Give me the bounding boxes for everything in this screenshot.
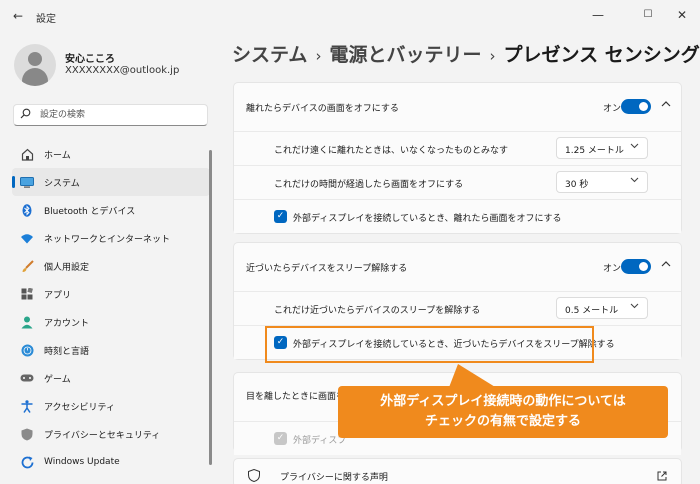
sidebar-item-bluetooth[interactable]: Bluetooth とデバイス — [12, 196, 210, 224]
home-icon — [20, 147, 34, 161]
dropdown-value: 1.25 メートル — [565, 146, 624, 156]
minimize-button[interactable]: — — [583, 4, 613, 26]
sidebar-item-privacy-security[interactable]: プライバシーとセキュリティ — [12, 420, 210, 448]
sidebar-item-personalization[interactable]: 個人用設定 — [12, 252, 210, 280]
update-icon — [20, 455, 34, 469]
sidebar-item-label: ホーム — [44, 150, 71, 161]
privacy-statement-label: プライバシーに関する声明 — [280, 473, 388, 483]
sidebar-item-label: プライバシーとセキュリティ — [44, 430, 161, 441]
user-email: XXXXXXXX@outlook.jp — [65, 65, 180, 76]
apps-icon — [20, 287, 34, 301]
sidebar-nav: ホーム システム Bluetooth とデバイス ネットワークとインターネット … — [12, 140, 210, 476]
callout-line-2: チェックの有無で設定する — [424, 414, 581, 429]
breadcrumb-system[interactable]: システム — [232, 44, 307, 66]
avatar-head-shape — [28, 52, 42, 66]
privacy-statement-link[interactable]: プライバシーに関する声明 — [233, 458, 682, 484]
breadcrumb-power-battery[interactable]: 電源とバッテリー — [329, 44, 481, 66]
external-display-screen-off-checkbox[interactable]: ✓ — [274, 210, 287, 223]
account-icon — [20, 315, 34, 329]
avatar-body-shape — [22, 68, 48, 86]
sidebar-item-label: 個人用設定 — [44, 262, 90, 273]
page-title: プレゼンス センシング — [503, 44, 700, 66]
sidebar-item-label: Bluetooth とデバイス — [44, 206, 136, 217]
card-title: 近づいたらデバイスをスリープ解除する — [246, 264, 408, 274]
accessibility-icon — [20, 399, 34, 413]
callout-annotation: 外部ディスプレイ接続時の動作については チェックの有無で設定する — [338, 386, 668, 438]
selection-indicator — [12, 176, 15, 188]
wake-distance-dropdown[interactable]: 0.5 メートル — [556, 297, 648, 319]
setting-row: これだけの時間が経過したら画面をオフにする 30 秒 — [234, 165, 681, 199]
shield-icon — [20, 427, 34, 441]
breadcrumb: システム › 電源とバッテリー › プレゼンス センシング — [232, 40, 700, 67]
sidebar-item-label: アカウント — [44, 318, 90, 329]
sidebar-scrollbar[interactable] — [209, 150, 212, 465]
toggle-state-label: オン — [602, 264, 621, 274]
brush-icon — [20, 259, 34, 273]
setting-label: これだけ遠くに離れたときは、いなくなったものとみなす — [274, 146, 509, 156]
window-title: 設定 — [36, 14, 56, 25]
dropdown-value: 0.5 メートル — [565, 306, 619, 316]
sidebar-item-system[interactable]: システム — [12, 168, 210, 196]
search-input[interactable] — [40, 108, 200, 122]
callout-line-1: 外部ディスプレイ接続時の動作については — [380, 394, 626, 409]
sidebar-item-label: ゲーム — [44, 374, 71, 385]
screen-off-toggle[interactable] — [621, 99, 651, 114]
setting-row: これだけ遠くに離れたときは、いなくなったものとみなす 1.25 メートル — [234, 131, 681, 165]
setting-label: これだけ近づいたらデバイスのスリープを解除する — [274, 306, 481, 316]
chevron-down-icon — [630, 176, 639, 186]
system-icon — [20, 175, 34, 189]
distance-dropdown[interactable]: 1.25 メートル — [556, 137, 648, 159]
search-icon — [20, 108, 31, 122]
sidebar-item-time-language[interactable]: 時刻と言語 — [12, 336, 210, 364]
dropdown-value: 30 秒 — [565, 180, 589, 190]
sidebar-item-home[interactable]: ホーム — [12, 140, 210, 168]
time-language-icon — [20, 343, 34, 357]
breadcrumb-separator: › — [489, 47, 496, 65]
chevron-down-icon — [630, 302, 639, 312]
chevron-up-icon[interactable] — [661, 259, 671, 270]
close-button[interactable]: ✕ — [667, 4, 697, 26]
bluetooth-icon — [20, 203, 34, 217]
sidebar-item-apps[interactable]: アプリ — [12, 280, 210, 308]
sidebar-item-label: ネットワークとインターネット — [44, 234, 171, 245]
sidebar-item-label: アクセシビリティ — [44, 402, 116, 413]
breadcrumb-separator: › — [315, 47, 322, 65]
toggle-state-label: オン — [602, 104, 621, 114]
back-arrow-icon[interactable]: ← — [10, 8, 26, 24]
shield-icon — [248, 468, 260, 484]
setting-label: これだけの時間が経過したら画面をオフにする — [274, 180, 464, 190]
sidebar-item-accessibility[interactable]: アクセシビリティ — [12, 392, 210, 420]
chevron-up-icon[interactable] — [661, 99, 671, 110]
sidebar-item-accounts[interactable]: アカウント — [12, 308, 210, 336]
chevron-down-icon — [630, 142, 639, 152]
card-screen-off: 離れたらデバイスの画面をオフにする オン これだけ遠くに離れたときは、いなくなっ… — [233, 82, 682, 234]
checkbox-label: 外部ディスプレイを接続しているとき、離れたら画面をオフにする — [293, 214, 562, 224]
time-dropdown[interactable]: 30 秒 — [556, 171, 648, 193]
setting-row: ✓ 外部ディスプレイを接続しているとき、離れたら画面をオフにする — [234, 199, 681, 233]
sidebar-item-label: アプリ — [44, 290, 72, 301]
search-box[interactable] — [13, 104, 208, 126]
wake-toggle[interactable] — [621, 259, 651, 274]
toggle-knob — [639, 262, 648, 271]
card-header[interactable]: 離れたらデバイスの画面をオフにする オン — [234, 83, 681, 131]
setting-row: これだけ近づいたらデバイスのスリープを解除する 0.5 メートル — [234, 291, 681, 325]
network-icon — [20, 231, 34, 245]
sidebar-item-label: システム — [44, 178, 80, 189]
card-title: 離れたらデバイスの画面をオフにする — [246, 104, 399, 114]
gamepad-icon — [20, 371, 34, 385]
maximize-button[interactable]: ☐ — [633, 4, 663, 26]
external-display-dim-checkbox[interactable]: ✓ — [274, 432, 287, 445]
sidebar-item-label: Windows Update — [44, 457, 120, 467]
title-bar: ← 設定 — ☐ ✕ — [0, 0, 700, 34]
avatar[interactable] — [14, 44, 56, 86]
external-link-icon — [657, 471, 667, 484]
sidebar-item-label: 時刻と言語 — [44, 346, 90, 357]
highlight-box — [265, 326, 594, 363]
sidebar-item-gaming[interactable]: ゲーム — [12, 364, 210, 392]
sidebar-item-windows-update[interactable]: Windows Update — [12, 448, 210, 476]
toggle-knob — [639, 102, 648, 111]
user-name: 安心こころ — [65, 54, 115, 65]
sidebar-item-network[interactable]: ネットワークとインターネット — [12, 224, 210, 252]
card-header[interactable]: 近づいたらデバイスをスリープ解除する オン — [234, 243, 681, 291]
